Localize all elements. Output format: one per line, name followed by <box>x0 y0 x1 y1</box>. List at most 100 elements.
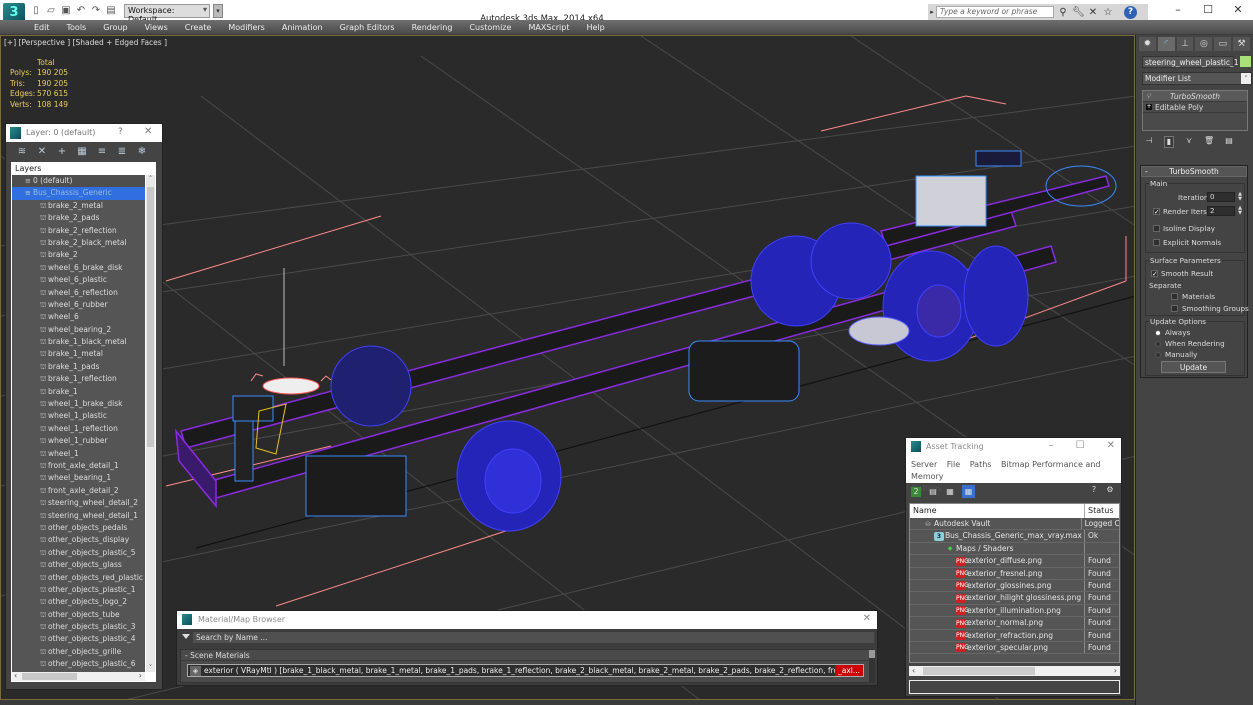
object-row[interactable]: ⛫ other_objects_plastic_6 <box>12 658 145 670</box>
menu-tools[interactable]: Tools <box>67 23 87 32</box>
asset-row[interactable]: PNGexterior_illumination.png Found <box>910 604 1119 618</box>
display-tab[interactable]: ▭ <box>1214 37 1232 51</box>
spinner-arrows-icon[interactable]: ▲ ▼ <box>1237 192 1243 202</box>
asset-row[interactable]: PNGexterior_fresnel.png Found <box>910 567 1119 580</box>
new-layer-icon[interactable]: ≋ <box>16 146 28 158</box>
help-icon[interactable]: ? <box>1124 5 1137 19</box>
object-row[interactable]: ⛫ wheel_1_plastic <box>12 410 145 422</box>
render-iters-spinner[interactable]: 2 <box>1207 206 1235 216</box>
lightbulb-icon[interactable]: 💡︎ <box>1146 91 1151 102</box>
scroll-thumb[interactable] <box>923 667 1035 675</box>
object-row[interactable]: ⛫ wheel_1_rubber <box>12 435 145 447</box>
star-icon[interactable]: ☆ <box>1102 7 1114 18</box>
smooth-result-checkbox[interactable]: ✓ <box>1151 270 1158 278</box>
utilities-tab[interactable]: ⚒ <box>1233 37 1250 51</box>
asset-row[interactable]: PNGexterior_refraction.png Found <box>910 629 1119 642</box>
spinner-arrows-icon[interactable]: ▲ ▼ <box>1237 206 1243 216</box>
object-row[interactable]: ⛫ steering_wheel_detail_1 <box>12 510 145 522</box>
menu-graph-editors[interactable]: Graph Editors <box>340 23 395 32</box>
scroll-down-icon[interactable]: ˅ <box>146 664 155 672</box>
open-folder-icon[interactable]: ▱ <box>45 5 57 17</box>
create-tab[interactable]: ✹ <box>1139 37 1156 51</box>
refresh-icon[interactable]: 2 <box>911 486 921 497</box>
new-file-icon[interactable]: ▯ <box>30 5 42 17</box>
smoothing-groups-checkbox[interactable] <box>1171 305 1178 312</box>
material-browser-titlebar[interactable]: Material/Map Browser ✕ <box>177 611 877 629</box>
update-button[interactable]: Update <box>1161 361 1226 373</box>
explicit-normals-checkbox[interactable] <box>1153 239 1160 246</box>
wrench-icon[interactable]: 🔧︎ <box>1072 7 1085 18</box>
scene-materials-group[interactable]: - Scene Materials <box>181 650 869 661</box>
object-row[interactable]: ⛫ brake_1_pads <box>12 361 145 373</box>
modify-tab[interactable]: ◜ <box>1157 37 1175 51</box>
minimize-button[interactable]: – <box>1049 440 1054 451</box>
vault-settings-icon[interactable]: ⚙ <box>1105 485 1115 495</box>
layer-row[interactable]: ≡Bus_Chassis_Generic▢ <box>12 187 145 200</box>
object-row[interactable]: ⛫ brake_1_reflection <box>12 373 145 385</box>
pin-stack-icon[interactable]: ⊣ <box>1144 136 1154 148</box>
vertical-scrollbar[interactable] <box>869 649 875 683</box>
object-row[interactable]: ⛫ brake_1_black_metal <box>12 336 145 348</box>
asset-row[interactable]: PNGexterior_glossines.png Found <box>910 579 1119 593</box>
search-by-name-input[interactable]: Search by Name ... <box>193 632 874 643</box>
close-button[interactable]: ✕ <box>144 126 152 137</box>
stack-item-editable-poly[interactable]: + Editable Poly <box>1143 102 1247 113</box>
redo-icon[interactable]: ↷ <box>90 5 102 17</box>
menu-maxscript[interactable]: MAXScript <box>528 23 569 32</box>
hide-icon[interactable]: ≣ <box>116 146 128 158</box>
menu-paths[interactable]: Paths <box>970 460 992 469</box>
asset-row[interactable]: 3 Bus_Chassis_Generic_max_vray.max Ok <box>910 530 1119 543</box>
object-row[interactable]: ⛫ other_objects_plastic_1 <box>12 584 145 596</box>
exchange-icon[interactable]: ✕ <box>1087 7 1099 18</box>
horizontal-scrollbar[interactable]: ‹ › <box>909 666 1120 676</box>
object-row[interactable]: ⛫ other_objects_red_plastic <box>12 572 145 584</box>
object-row[interactable]: ⛫ other_objects_plastic_3 <box>12 621 145 633</box>
make-unique-icon[interactable]: ⋎ <box>1184 136 1194 148</box>
object-row[interactable]: ⛫ other_objects_pedals <box>12 522 145 534</box>
asset-row[interactable]: PNGexterior_specular.png Found <box>910 641 1119 655</box>
object-row[interactable]: ⛫ wheel_6_plastic <box>12 274 145 286</box>
object-row[interactable]: ⛫ wheel_bearing_2 <box>12 324 145 336</box>
menu-customize[interactable]: Customize <box>469 23 511 32</box>
options-triangle-icon[interactable] <box>182 634 190 639</box>
collapse-icon[interactable]: - <box>1145 167 1148 177</box>
asset-titlebar[interactable]: Asset Tracking – ☐ ✕ <box>906 438 1121 456</box>
scroll-thumb[interactable] <box>22 673 77 680</box>
object-name-field[interactable]: steering_wheel_plastic_1 <box>1142 56 1238 68</box>
object-row[interactable]: ⛫ brake_2_black_metal <box>12 237 145 249</box>
object-row[interactable]: ⛫ front_axle_detail_2 <box>12 485 145 497</box>
undo-icon[interactable]: ↶ <box>75 5 87 17</box>
object-row[interactable]: ⛫ other_objects_glass <box>12 559 145 571</box>
menu-group[interactable]: Group <box>103 23 127 32</box>
remove-modifier-icon[interactable]: 🗑︎ <box>1204 136 1214 148</box>
add-icon[interactable]: + <box>56 146 68 158</box>
save-icon[interactable]: ▣ <box>60 5 72 17</box>
binoculars-icon[interactable]: ⚲ <box>1057 7 1069 18</box>
object-row[interactable]: ⛫ wheel_bearing_1 <box>12 472 145 484</box>
object-row[interactable]: ⛫ brake_2_pads <box>12 212 145 224</box>
maximize-button[interactable]: ☐ <box>1076 440 1085 451</box>
isoline-display-checkbox[interactable] <box>1153 225 1160 232</box>
object-row[interactable]: ⛫ other_objects_logo_2 <box>12 596 145 608</box>
viewport-label[interactable]: [+] [Perspective ] [Shaded + Edged Faces… <box>4 38 167 47</box>
object-color-swatch[interactable] <box>1240 56 1251 67</box>
object-row[interactable]: ⛫ other_objects_plastic_5 <box>12 547 145 559</box>
scroll-right-icon[interactable]: › <box>139 671 142 680</box>
always-radio[interactable] <box>1155 330 1161 336</box>
scroll-left-icon[interactable]: ‹ <box>912 666 915 675</box>
workspace-menu-button[interactable]: ▾ <box>213 4 223 18</box>
layers-column-header[interactable]: Layers <box>11 162 156 174</box>
scroll-left-icon[interactable]: ‹ <box>14 671 17 680</box>
layer-titlebar[interactable]: Layer: 0 (default) ? ✕ <box>6 124 162 142</box>
manually-radio[interactable] <box>1155 352 1161 358</box>
rollout-header[interactable]: - TurboSmooth <box>1141 166 1247 177</box>
menu-bitmap-performance[interactable]: Bitmap Performance and Memory <box>911 460 1100 481</box>
asset-row[interactable]: ⛁ Autodesk Vault Logged C <box>910 518 1119 531</box>
object-row[interactable]: ⛫ wheel_6 <box>12 311 145 323</box>
freeze-icon[interactable]: ❄ <box>136 146 148 158</box>
stack-item-turbosmooth[interactable]: 💡︎ TurboSmooth <box>1143 91 1247 102</box>
material-item-exterior[interactable]: ◈ exterior ( VRayMtl ) [brake_1_black_me… <box>187 664 864 677</box>
workspace-dropdown[interactable]: Workspace: Default ▾ <box>124 4 210 24</box>
hierarchy-tab[interactable]: ⊥ <box>1176 37 1194 51</box>
expand-icon[interactable]: + <box>1146 104 1152 110</box>
